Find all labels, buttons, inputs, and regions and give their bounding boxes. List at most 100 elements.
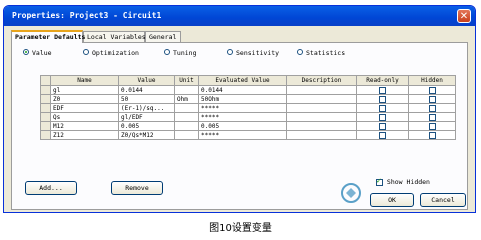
- cell-description[interactable]: [286, 103, 357, 113]
- column-header-read-only[interactable]: Read-only: [356, 75, 409, 86]
- row-header[interactable]: [40, 130, 51, 140]
- tab-label: Parameter Defaults: [15, 33, 86, 41]
- window-title: Properties: Project3 - Circuit1: [12, 11, 162, 20]
- cell-read-only: [356, 130, 409, 140]
- radio-optimization[interactable]: Optimization: [83, 49, 139, 58]
- cell-unit[interactable]: Ohm: [174, 94, 199, 104]
- ok-button[interactable]: OK: [370, 193, 414, 207]
- figure-caption: 图10设置变量: [209, 223, 272, 234]
- tab-panel: Value Optimization Tuning Sensitivity St…: [11, 42, 468, 210]
- read-only-checkbox[interactable]: [379, 104, 386, 112]
- radio-label: Value: [32, 49, 52, 57]
- remove-button-label: Remove: [125, 184, 149, 192]
- table-header-row: Name Value Unit Evaluated Value Descript…: [40, 75, 456, 86]
- close-button[interactable]: ✕: [457, 9, 471, 23]
- properties-dialog: Properties: Project3 - Circuit1 ✕ Parame…: [3, 5, 476, 213]
- cell-hidden: [408, 85, 456, 95]
- cell-evaluated: *****: [198, 112, 287, 122]
- hidden-checkbox[interactable]: [428, 131, 436, 139]
- radio-sensitivity[interactable]: Sensitivity: [227, 49, 279, 58]
- column-header-description[interactable]: Description: [286, 75, 357, 86]
- radio-icon: [227, 49, 233, 55]
- row-header[interactable]: [40, 103, 51, 113]
- table-row[interactable]: M12 0.005 0.005: [40, 121, 456, 131]
- cell-name[interactable]: M12: [50, 121, 119, 131]
- radio-value[interactable]: Value: [23, 49, 52, 58]
- cell-value[interactable]: (Er-1)/sq...: [118, 103, 175, 113]
- cell-description[interactable]: [286, 130, 357, 140]
- cell-unit[interactable]: [174, 130, 199, 140]
- radio-icon: [297, 49, 303, 55]
- column-header-unit[interactable]: Unit: [174, 75, 199, 86]
- cell-hidden: [408, 112, 456, 122]
- read-only-checkbox[interactable]: [379, 122, 386, 130]
- tab-local-variables[interactable]: Local Variables: [83, 31, 146, 42]
- cell-evaluated: *****: [198, 130, 287, 140]
- column-header-value[interactable]: Value: [118, 75, 175, 86]
- show-hidden-checkbox[interactable]: [376, 177, 383, 186]
- cell-value[interactable]: 0.005: [118, 121, 175, 131]
- table-row[interactable]: gl 0.0144 0.0144: [40, 85, 456, 95]
- column-header-hidden[interactable]: Hidden: [408, 75, 456, 86]
- table-row[interactable]: Z0 50 Ohm 50Ohm: [40, 94, 456, 104]
- cell-read-only: [356, 103, 409, 113]
- hidden-checkbox[interactable]: [428, 122, 436, 130]
- tab-general[interactable]: General: [145, 31, 181, 42]
- cell-name[interactable]: gl: [50, 85, 119, 95]
- cell-unit[interactable]: [174, 121, 199, 131]
- cell-evaluated: 0.0144: [198, 85, 287, 95]
- read-only-checkbox[interactable]: [379, 113, 386, 121]
- cell-description[interactable]: [286, 94, 357, 104]
- cell-hidden: [408, 103, 456, 113]
- remove-button[interactable]: Remove: [111, 181, 163, 195]
- tab-label: General: [149, 33, 177, 41]
- cell-read-only: [356, 85, 409, 95]
- table-row[interactable]: EDF (Er-1)/sq... *****: [40, 103, 456, 113]
- cell-hidden: [408, 130, 456, 140]
- cell-evaluated: 0.005: [198, 121, 287, 131]
- radio-icon: [83, 49, 89, 55]
- row-header[interactable]: [40, 112, 51, 122]
- radio-icon: [164, 49, 170, 55]
- cell-read-only: [356, 121, 409, 131]
- column-header-name[interactable]: Name: [50, 75, 119, 86]
- table-row[interactable]: Qs gl/EDF *****: [40, 112, 456, 122]
- radio-label: Optimization: [92, 49, 139, 57]
- tab-parameter-defaults[interactable]: Parameter Defaults: [11, 30, 86, 43]
- cell-value[interactable]: 50: [118, 94, 175, 104]
- read-only-checkbox[interactable]: [379, 131, 386, 139]
- cell-unit[interactable]: [174, 112, 199, 122]
- row-header[interactable]: [40, 85, 51, 95]
- hidden-checkbox[interactable]: [428, 113, 436, 121]
- hidden-checkbox[interactable]: [428, 86, 436, 94]
- cell-value[interactable]: Z0/Qs*M12: [118, 130, 175, 140]
- read-only-checkbox[interactable]: [379, 86, 386, 94]
- cell-name[interactable]: Z0: [50, 94, 119, 104]
- show-hidden-toggle[interactable]: Show Hidden: [376, 177, 430, 187]
- column-header-evaluated-value[interactable]: Evaluated Value: [198, 75, 287, 86]
- cell-value[interactable]: gl/EDF: [118, 112, 175, 122]
- radio-selected-icon: [23, 49, 29, 55]
- row-header[interactable]: [40, 94, 51, 104]
- cell-name[interactable]: Qs: [50, 112, 119, 122]
- add-button[interactable]: Add...: [25, 181, 77, 195]
- radio-tuning[interactable]: Tuning: [164, 49, 196, 58]
- cancel-button[interactable]: Cancel: [420, 193, 466, 207]
- cell-name[interactable]: EDF: [50, 103, 119, 113]
- cell-value[interactable]: 0.0144: [118, 85, 175, 95]
- hidden-checkbox[interactable]: [428, 104, 436, 112]
- title-bar[interactable]: Properties: Project3 - Circuit1 ✕: [4, 6, 475, 26]
- cell-name[interactable]: Z12: [50, 130, 119, 140]
- read-only-checkbox[interactable]: [379, 95, 386, 103]
- radio-statistics[interactable]: Statistics: [297, 49, 345, 58]
- cell-description[interactable]: [286, 112, 357, 122]
- close-icon: ✕: [459, 11, 469, 22]
- table-row[interactable]: Z12 Z0/Qs*M12 *****: [40, 130, 456, 140]
- hidden-checkbox[interactable]: [428, 95, 436, 103]
- cell-description[interactable]: [286, 121, 357, 131]
- row-header[interactable]: [40, 121, 51, 131]
- cell-description[interactable]: [286, 85, 357, 95]
- show-hidden-label: Show Hidden: [386, 178, 430, 186]
- cell-unit[interactable]: [174, 103, 199, 113]
- cell-unit[interactable]: [174, 85, 199, 95]
